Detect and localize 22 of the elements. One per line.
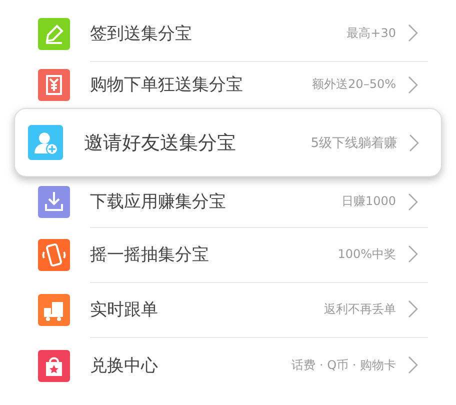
menu-item-title[interactable]: 邀请好友送集分宝 xyxy=(84,130,311,156)
menu-item-title[interactable]: 实时跟单 xyxy=(90,298,324,320)
menu-item-note: 日赚1000 xyxy=(341,193,396,210)
menu-item-title[interactable]: 下载应用赚集分宝 xyxy=(90,190,342,213)
chevron-icon xyxy=(408,192,418,210)
chevron-icon xyxy=(409,134,419,152)
menu-item-note: 100%中奖 xyxy=(338,246,396,262)
chevron-icon xyxy=(408,245,418,263)
menu-item-title[interactable]: 摇一摇抽集分宝 xyxy=(90,242,338,266)
menu-item-note: 最高+30 xyxy=(346,24,396,42)
menu-item-note: 返利不再丢单 xyxy=(324,300,396,318)
highlighted-row-card[interactable]: 邀请好友送集分宝 5级下线躺着赚 xyxy=(14,108,442,177)
chevron-icon xyxy=(408,300,418,318)
menu-item-title[interactable]: 兑换中心 xyxy=(90,354,292,376)
menu-item-note: 话费 · Q币 · 购物卡 xyxy=(292,356,396,374)
chevron-icon xyxy=(408,356,418,374)
chevron-icon xyxy=(408,24,418,42)
chevron-icon xyxy=(408,76,418,94)
menu-item-note: 5级下线躺着赚 xyxy=(310,134,397,152)
menu-item-title[interactable]: 购物下单狂送集分宝 xyxy=(90,73,312,96)
menu-item-note: 额外送20–50% xyxy=(312,76,396,93)
menu-item-title[interactable]: 签到送集分宝 xyxy=(90,22,347,44)
